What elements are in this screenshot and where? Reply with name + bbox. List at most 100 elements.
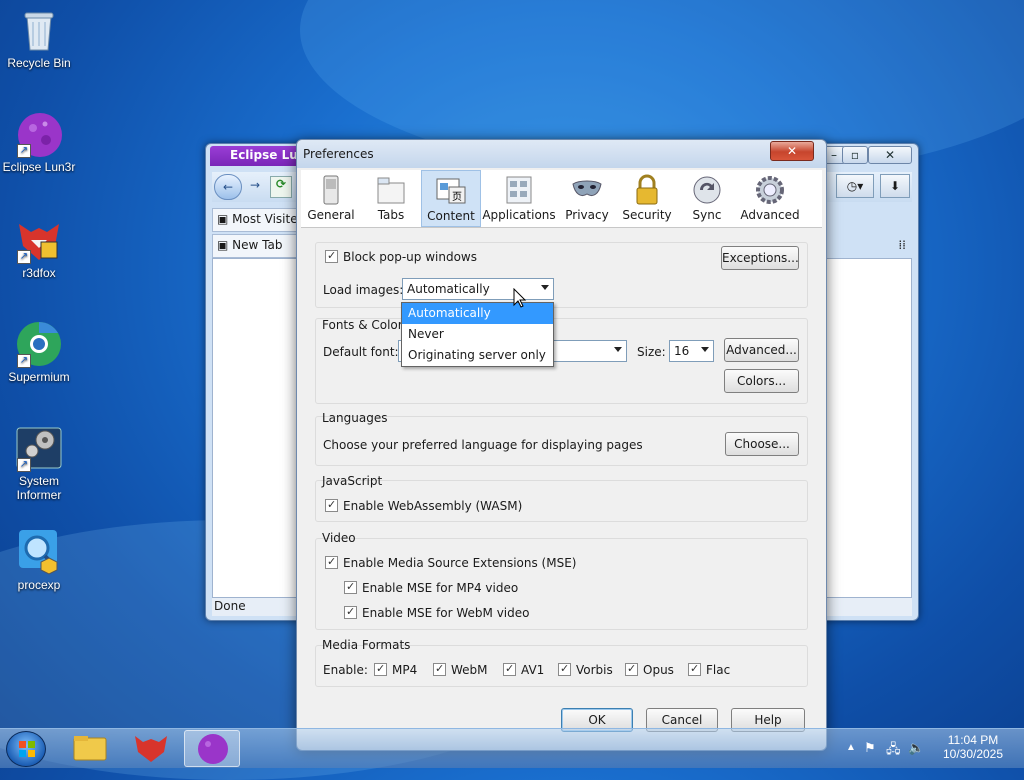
- history-icon[interactable]: ◷▾: [836, 174, 874, 198]
- tab-label: Applications: [482, 208, 556, 222]
- mask-icon: [571, 174, 603, 206]
- tab-general[interactable]: General: [301, 170, 361, 227]
- grid-icon[interactable]: ⁞⁞: [898, 238, 906, 252]
- tab-privacy[interactable]: Privacy: [557, 170, 617, 227]
- windows-logo-icon: [19, 741, 35, 757]
- checkbox-label: AV1: [521, 663, 545, 677]
- page-icon: ▣: [217, 212, 233, 226]
- clock[interactable]: 11:04 PM 10/30/2025: [938, 733, 1008, 761]
- desktop-icon-label: System Informer: [16, 474, 62, 502]
- tab-applications[interactable]: Applications: [481, 170, 557, 227]
- start-button[interactable]: [6, 731, 46, 767]
- checkbox-icon: [625, 662, 638, 676]
- format-webm-checkbox[interactable]: WebM: [433, 662, 488, 677]
- format-vorbis-checkbox[interactable]: Vorbis: [558, 662, 613, 677]
- tab-tabs[interactable]: Tabs: [361, 170, 421, 227]
- desktop-icon-eclipse[interactable]: ↗ Eclipse Lun3r: [2, 110, 76, 174]
- dropdown-option-originating-server[interactable]: Originating server only: [402, 345, 553, 366]
- mse-webm-checkbox[interactable]: Enable MSE for WebM video: [344, 605, 530, 620]
- taskbar-r3dfox[interactable]: [123, 730, 179, 767]
- moon-icon: [198, 734, 228, 764]
- system-tray: ▲ ⚑ 🖧 🔈 11:04 PM 10/30/2025: [834, 729, 1024, 769]
- load-images-dropdown[interactable]: Automatically Never Originating server o…: [401, 302, 554, 367]
- video-title: Video: [322, 531, 356, 545]
- gear-icon: [754, 174, 786, 206]
- checkbox-icon: [344, 580, 357, 594]
- desktop-icon-label: Recycle Bin: [7, 56, 71, 70]
- taskbar: ▲ ⚑ 🖧 🔈 11:04 PM 10/30/2025: [0, 728, 1024, 768]
- languages-title: Languages: [322, 411, 388, 425]
- checkbox-icon: [325, 555, 338, 569]
- mse-checkbox[interactable]: Enable Media Source Extensions (MSE): [325, 555, 576, 570]
- choose-language-button[interactable]: Choose...: [725, 432, 799, 456]
- switch-icon: [315, 174, 347, 206]
- recycle-bin-icon: [15, 6, 63, 54]
- tab-sync[interactable]: Sync: [677, 170, 737, 227]
- desktop-icon-r3dfox[interactable]: ↗ r3dfox: [2, 216, 76, 280]
- reload-icon[interactable]: ⟳: [270, 176, 292, 198]
- tab-content[interactable]: 页 Content: [421, 170, 481, 227]
- taskbar-eclipse[interactable]: [184, 730, 240, 767]
- format-opus-checkbox[interactable]: Opus: [625, 662, 674, 677]
- shortcut-arrow-icon: ↗: [17, 354, 31, 368]
- preferences-dialog[interactable]: Preferences ✕ General Tabs 页 Content App…: [296, 139, 827, 751]
- javascript-title: JavaScript: [322, 474, 383, 488]
- show-hidden-icons-icon[interactable]: ▲: [846, 742, 856, 753]
- desktop-icon-recycle-bin[interactable]: Recycle Bin: [2, 6, 76, 70]
- desktop-icon-procexp[interactable]: procexp: [2, 528, 76, 592]
- tab-advanced[interactable]: Advanced: [737, 170, 803, 227]
- action-center-icon[interactable]: ⚑: [864, 740, 876, 756]
- checkbox-label: MP4: [392, 663, 418, 677]
- exceptions-button[interactable]: Exceptions...: [721, 246, 799, 270]
- folder-icon: [73, 736, 107, 761]
- checkbox-label: Opus: [643, 663, 674, 677]
- size-select[interactable]: 16: [669, 340, 714, 362]
- checkbox-label: WebM: [451, 663, 488, 677]
- wasm-checkbox[interactable]: Enable WebAssembly (WASM): [325, 498, 523, 513]
- checkbox-icon: [325, 249, 338, 263]
- desktop-icon-label: Supermium: [8, 370, 70, 384]
- preferences-titlebar[interactable]: Preferences ✕: [297, 140, 826, 168]
- r3dfox-icon: ↗: [15, 216, 63, 264]
- tab-label: Tabs: [377, 208, 405, 222]
- maximize-button[interactable]: ▫: [842, 146, 868, 164]
- format-av1-checkbox[interactable]: AV1: [503, 662, 545, 677]
- back-icon[interactable]: ←: [214, 174, 242, 200]
- tab-new-tab[interactable]: ▣ New Tab: [212, 234, 302, 258]
- desktop-icon-supermium[interactable]: ↗ Supermium: [2, 320, 76, 384]
- load-images-select[interactable]: Automatically: [402, 278, 554, 300]
- dialog-close-button[interactable]: ✕: [770, 141, 814, 161]
- tab-most-visited[interactable]: ▣ Most Visited: [212, 208, 302, 232]
- mse-mp4-checkbox[interactable]: Enable MSE for MP4 video: [344, 580, 518, 595]
- tab-label: Advanced: [740, 208, 800, 222]
- checkbox-label: Enable MSE for WebM video: [362, 606, 530, 620]
- checkbox-icon: [374, 662, 387, 676]
- select-value: 16: [674, 344, 690, 358]
- fonts-advanced-button[interactable]: Advanced...: [724, 338, 799, 362]
- network-icon[interactable]: 🖧: [886, 740, 901, 762]
- checkbox-icon: [344, 605, 357, 619]
- desktop-icon-system-informer[interactable]: ↗ System Informer: [2, 424, 76, 502]
- dropdown-option-automatically[interactable]: Automatically: [402, 303, 553, 324]
- taskbar-explorer[interactable]: [62, 730, 118, 767]
- load-images-label: Load images:: [323, 283, 404, 297]
- tab-security[interactable]: Security: [617, 170, 677, 227]
- colors-button[interactable]: Colors...: [724, 369, 799, 393]
- media-formats-title: Media Formats: [322, 638, 411, 652]
- volume-icon[interactable]: 🔈: [908, 740, 924, 756]
- tab-label: Security: [622, 208, 672, 222]
- dropdown-option-never[interactable]: Never: [402, 324, 553, 345]
- checkbox-label: Vorbis: [576, 663, 613, 677]
- supermium-icon: ↗: [15, 320, 63, 368]
- forward-icon[interactable]: →: [246, 178, 264, 196]
- shortcut-arrow-icon: ↗: [17, 458, 31, 472]
- tabs-icon: [375, 174, 407, 206]
- checkbox-label: Enable WebAssembly (WASM): [343, 499, 523, 513]
- select-value: Automatically: [407, 282, 490, 296]
- lock-icon: [631, 174, 663, 206]
- format-mp4-checkbox[interactable]: MP4: [374, 662, 418, 677]
- block-popups-checkbox[interactable]: Block pop-up windows: [325, 249, 477, 264]
- format-flac-checkbox[interactable]: Flac: [688, 662, 730, 677]
- close-button[interactable]: ✕: [868, 146, 912, 164]
- download-icon[interactable]: ⬇: [880, 174, 910, 198]
